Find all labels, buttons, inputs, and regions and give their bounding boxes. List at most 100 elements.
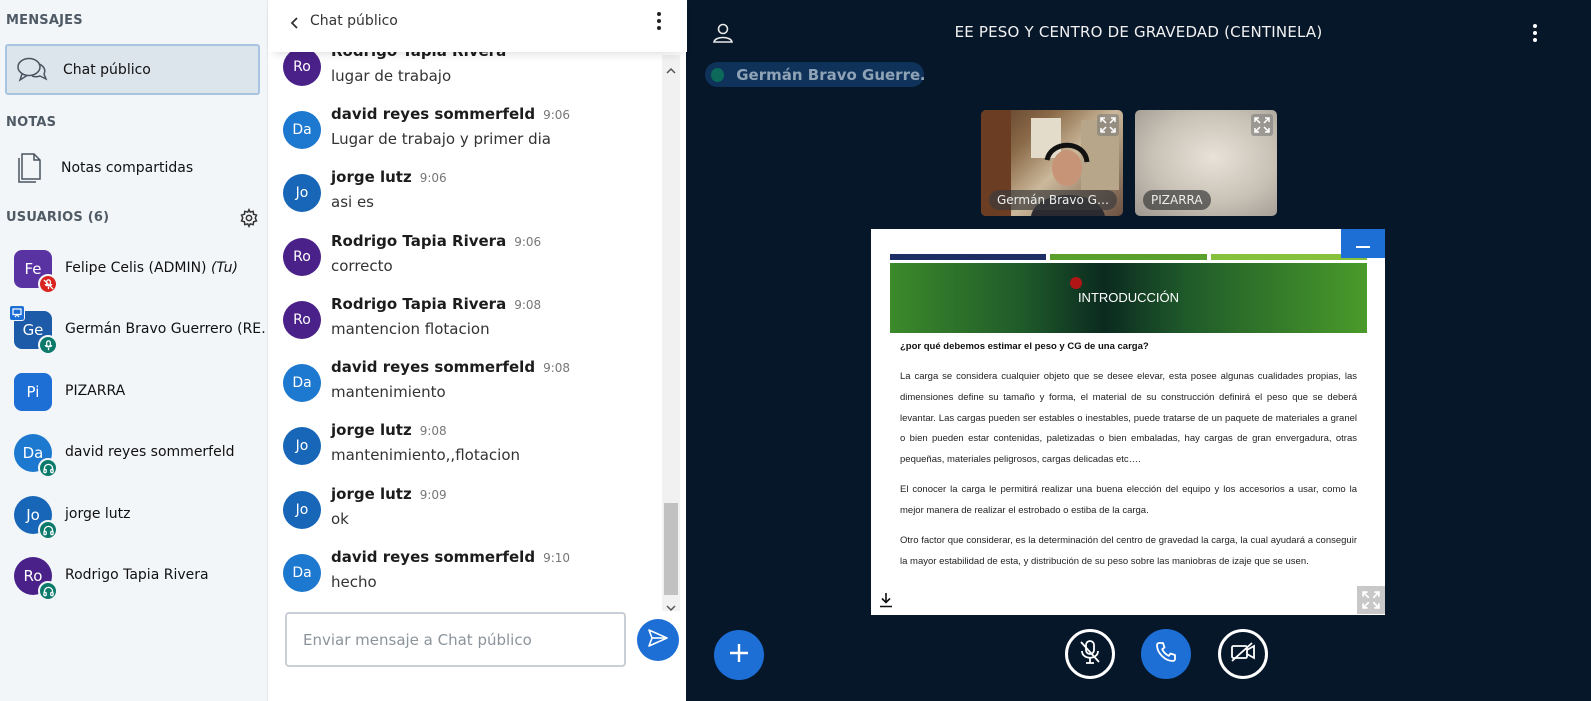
avatar: Da	[283, 364, 321, 402]
message-author: jorge lutz 9:09	[331, 485, 447, 503]
chat-scrollbar[interactable]	[662, 55, 680, 612]
camera-off-icon	[1230, 641, 1256, 667]
message-time: 9:08	[543, 361, 571, 375]
user-name: PIZARRA	[65, 383, 126, 399]
user-item[interactable]: Ge Germán Bravo Guerrero (RE…	[0, 302, 275, 358]
user-item[interactable]: Jo jorge lutz	[0, 487, 267, 543]
user-item[interactable]: Pi PIZARRA	[0, 364, 267, 420]
users-section-title: USUARIOS (6)	[6, 210, 110, 225]
talking-indicator[interactable]: Germán Bravo Guerre…	[705, 62, 924, 87]
talking-user-name: Germán Bravo Guerre…	[736, 65, 924, 84]
slide-heading: INTRODUCCIÓN	[1077, 290, 1180, 305]
headphones-icon	[38, 581, 58, 601]
mic-muted-icon	[38, 274, 58, 294]
message-text: lugar de trabajo	[331, 67, 452, 85]
avatar: Jo	[283, 427, 321, 465]
avatar-initials: Fe	[24, 260, 42, 278]
message-text: mantenimiento	[331, 383, 446, 401]
fullscreen-icon[interactable]	[1357, 586, 1385, 614]
webcam-label: PIZARRA	[1143, 190, 1211, 210]
message-text: mantenimiento,,flotacion	[331, 446, 521, 464]
user-name: Germán Bravo Guerrero (RE…	[65, 321, 276, 337]
mic-icon	[38, 335, 58, 355]
presentation-area: EE PESO Y CENTRO DE GRAVEDAD (CENTINELA)…	[686, 0, 1591, 701]
message-text: correcto	[331, 257, 393, 275]
gear-icon[interactable]	[239, 207, 259, 229]
message-time: 9:08	[514, 298, 542, 312]
headphones-icon	[38, 520, 58, 540]
share-webcam-button[interactable]	[1218, 629, 1268, 679]
message-time: 9:09	[419, 488, 447, 502]
presenter-icon	[9, 305, 25, 321]
user-item[interactable]: Da david reyes sommerfeld	[0, 425, 267, 481]
expand-icon[interactable]	[1251, 114, 1273, 136]
chat-message: Ro Rodrigo Tapia Rivera lugar de trabajo	[283, 52, 658, 102]
chat-message: Jo jorge lutz 9:06 asi es	[283, 168, 658, 228]
public-chat-item[interactable]: Chat público	[5, 44, 260, 95]
chevron-down-icon[interactable]	[666, 597, 676, 612]
expand-icon[interactable]	[1097, 114, 1119, 136]
user-name: Rodrigo Tapia Rivera	[65, 567, 209, 583]
meeting-title: EE PESO Y CENTRO DE GRAVEDAD (CENTINELA)	[954, 23, 1323, 41]
message-author: Rodrigo Tapia Rivera 9:08	[331, 295, 542, 313]
messages-section-title: MENSAJES	[6, 13, 83, 28]
chat-title[interactable]: Chat público	[310, 13, 398, 29]
chevron-left-icon[interactable]	[288, 13, 302, 33]
scroll-thumb[interactable]	[664, 503, 678, 595]
message-author: jorge lutz 9:08	[331, 421, 447, 439]
laser-pointer-icon	[1070, 277, 1082, 289]
message-text: asi es	[331, 193, 374, 211]
avatar: Ro	[14, 557, 58, 601]
minimize-presentation-button[interactable]	[1341, 229, 1385, 258]
message-time: 9:06	[419, 171, 447, 185]
notes-section-title: NOTAS	[6, 115, 57, 130]
chevron-up-icon[interactable]	[666, 60, 676, 74]
actions-button[interactable]	[714, 630, 764, 680]
chat-message: Jo jorge lutz 9:08 mantenimiento,,flotaci…	[283, 421, 658, 481]
user-item[interactable]: Fe Felipe Celis (ADMIN) (Tu)	[0, 241, 267, 297]
chat-message-input[interactable]	[285, 612, 626, 667]
avatar: Ro	[283, 301, 321, 339]
kebab-menu-icon[interactable]	[1530, 22, 1540, 46]
user-name: david reyes sommerfeld	[65, 444, 235, 460]
chat-panel: Chat público Ro Rodrigo Tapia Rivera lug…	[267, 0, 687, 701]
kebab-menu-icon[interactable]	[654, 10, 664, 34]
user-item[interactable]: Ro Rodrigo Tapia Rivera	[0, 548, 267, 604]
avatar: Da	[14, 434, 58, 478]
avatar: Da	[283, 111, 321, 149]
message-author: Rodrigo Tapia Rivera	[331, 52, 506, 60]
avatar-initials: Ge	[22, 321, 44, 339]
slide-header-bars	[890, 254, 1367, 260]
chat-message: Jo jorge lutz 9:09 ok	[283, 485, 658, 545]
message-text: ok	[331, 510, 349, 528]
webcam-tile[interactable]: Germán Bravo G…	[981, 110, 1123, 216]
avatar: Ro	[283, 238, 321, 276]
talking-dot-icon	[711, 67, 725, 82]
send-button[interactable]	[637, 619, 679, 661]
avatar: Jo	[283, 174, 321, 212]
avatar: Jo	[283, 491, 321, 529]
message-author: david reyes sommerfeld 9:08	[331, 358, 571, 376]
message-time: 9:10	[543, 551, 571, 565]
download-icon[interactable]	[879, 592, 893, 608]
avatar: Da	[283, 554, 321, 592]
slide-paragraph: Otro factor que considerar, es la determ…	[900, 535, 1357, 567]
send-icon	[647, 628, 669, 652]
message-time: 9:06	[543, 108, 571, 122]
slide-paragraph: La carga se considera cualquier objeto q…	[900, 371, 1357, 466]
avatar: Jo	[14, 496, 58, 540]
leave-audio-button[interactable]	[1141, 629, 1191, 679]
shared-notes-item[interactable]: Notas compartidas	[5, 142, 260, 193]
message-time: 9:08	[419, 424, 447, 438]
minus-icon	[1356, 234, 1370, 253]
webcam-label: Germán Bravo G…	[989, 190, 1117, 210]
user-name: Felipe Celis (ADMIN) (Tu)	[65, 260, 238, 276]
unmute-button[interactable]	[1065, 629, 1115, 679]
slide-banner: INTRODUCCIÓN	[890, 263, 1367, 333]
user-list-sidebar: MENSAJES Chat público NOTAS Notas compar…	[0, 0, 275, 701]
mic-muted-icon	[1078, 639, 1102, 669]
chat-message: Da david reyes sommerfeld 9:08 mantenimie…	[283, 358, 658, 418]
message-author: jorge lutz 9:06	[331, 168, 447, 186]
avatar: Ge	[9, 305, 58, 355]
webcam-tile[interactable]: PIZARRA	[1135, 110, 1277, 216]
